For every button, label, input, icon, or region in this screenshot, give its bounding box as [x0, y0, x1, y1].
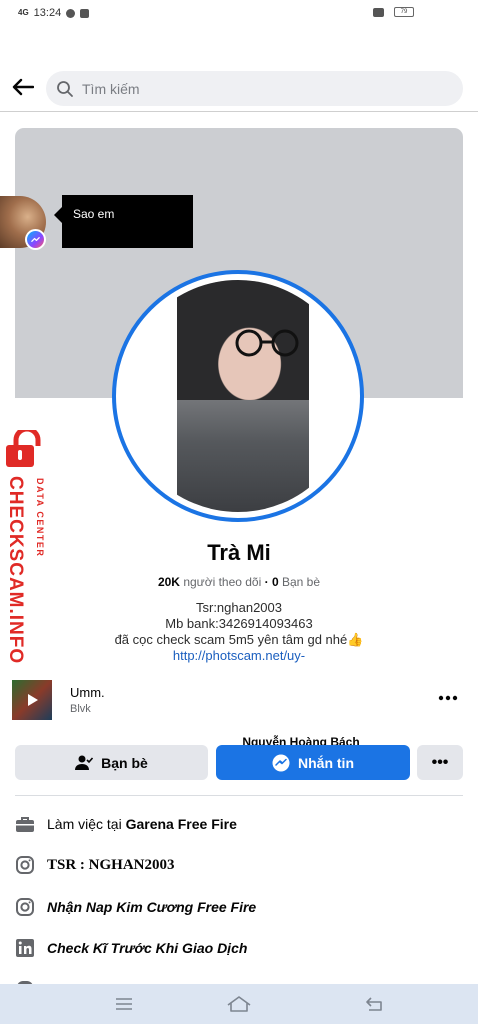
play-icon	[28, 694, 38, 706]
home-icon[interactable]	[224, 992, 254, 1016]
chat-message-text: Sao em	[73, 207, 115, 221]
bio-line: đã cọc check scam 5m5 yên tâm gd nhé👍	[114, 632, 364, 647]
facebook-notification-icon	[80, 8, 90, 18]
profile-picture-frame	[122, 280, 354, 512]
followers-label: người theo dõi	[183, 575, 262, 589]
search-input[interactable]	[82, 80, 422, 97]
chat-preview-bubble[interactable]: Nguyễn Hoàng Bách Sao em	[54, 195, 360, 749]
system-nav-bar	[0, 984, 478, 1024]
search-icon	[57, 80, 73, 97]
bio-line: Mb bank:3426914093463	[165, 616, 313, 631]
profile-picture[interactable]	[112, 270, 364, 522]
music-title: Umm.	[70, 685, 105, 700]
music-thumbnail[interactable]	[12, 680, 52, 720]
chat-notification-icon	[66, 8, 76, 18]
section-divider	[15, 795, 463, 796]
back-nav-icon[interactable]	[359, 992, 389, 1016]
more-button[interactable]: •••	[417, 745, 463, 780]
profile-bio: Tsr:nghan2003 Mb bank:3426914093463 đã c…	[0, 600, 478, 664]
friends-label: Bạn bè	[281, 575, 321, 589]
profile-stats[interactable]: 20K người theo dõi · 0 Bạn bè	[0, 575, 478, 589]
work-text: Làm việc tại Garena Free Fire	[47, 816, 237, 832]
more-dots-icon[interactable]	[436, 690, 460, 706]
profile-photo	[177, 280, 309, 512]
vibrate-icon	[373, 7, 384, 17]
linkedin-text: Check Kĩ Trước Khi Giao Dịch	[47, 940, 248, 956]
info-instagram-2[interactable]: Nhận Nap Kim Cương Free Fire	[15, 895, 463, 919]
info-instagram-1[interactable]: TSR : NGHAN2003	[15, 853, 463, 877]
work-place: Garena Free Fire	[125, 816, 237, 832]
instagram-text-2: Nhận Nap Kim Cương Free Fire	[47, 899, 257, 915]
battery-icon: 79	[394, 7, 414, 17]
friends-button[interactable]: Bạn bè	[15, 745, 208, 780]
status-left: 4G 13:24	[18, 7, 90, 19]
arrow-left-icon	[12, 78, 34, 96]
briefcase-icon	[15, 814, 35, 834]
friend-check-icon	[75, 755, 94, 770]
bio-link[interactable]: http://photscam.net/uy-	[0, 648, 478, 664]
info-work[interactable]: Làm việc tại Garena Free Fire	[15, 812, 463, 836]
back-button[interactable]	[10, 74, 36, 100]
music-artist: Blvk	[70, 703, 91, 715]
messenger-icon	[27, 231, 44, 248]
message-button-label: Nhắn tin	[298, 754, 354, 771]
info-linkedin[interactable]: Check Kĩ Trước Khi Giao Dịch	[15, 936, 463, 960]
search-bar[interactable]	[46, 71, 463, 106]
profile-name: Trà Mi	[207, 540, 271, 565]
stats-separator: ·	[264, 575, 269, 589]
messenger-icon	[272, 754, 290, 771]
friends-count: 0	[271, 575, 279, 589]
instagram-icon	[15, 855, 35, 875]
profile-music[interactable]: Umm. Blvk	[12, 680, 466, 722]
top-bar	[0, 64, 478, 112]
status-bar: 4G 13:24 79	[0, 0, 478, 30]
messenger-badge	[25, 229, 46, 250]
instagram-text-1: TSR : NGHAN2003	[47, 856, 175, 873]
chat-head[interactable]	[0, 196, 46, 250]
linkedin-icon	[15, 938, 35, 958]
glasses-shape	[235, 329, 299, 357]
more-dots-icon: •••	[431, 753, 449, 771]
profile-actions: Bạn bè Nhắn tin •••	[15, 745, 463, 780]
instagram-icon	[15, 897, 35, 917]
lock-logo-icon	[6, 430, 41, 467]
work-prefix: Làm việc tại	[47, 816, 122, 832]
followers-count: 20K	[157, 575, 180, 589]
bio-line: Tsr:nghan2003	[195, 600, 282, 615]
status-right: 79	[373, 7, 414, 17]
clock: 13:24	[33, 7, 62, 19]
menu-icon[interactable]	[109, 992, 139, 1016]
message-button[interactable]: Nhắn tin	[216, 745, 410, 780]
network-indicator: 4G	[18, 8, 29, 17]
friends-button-label: Bạn bè	[101, 754, 148, 771]
